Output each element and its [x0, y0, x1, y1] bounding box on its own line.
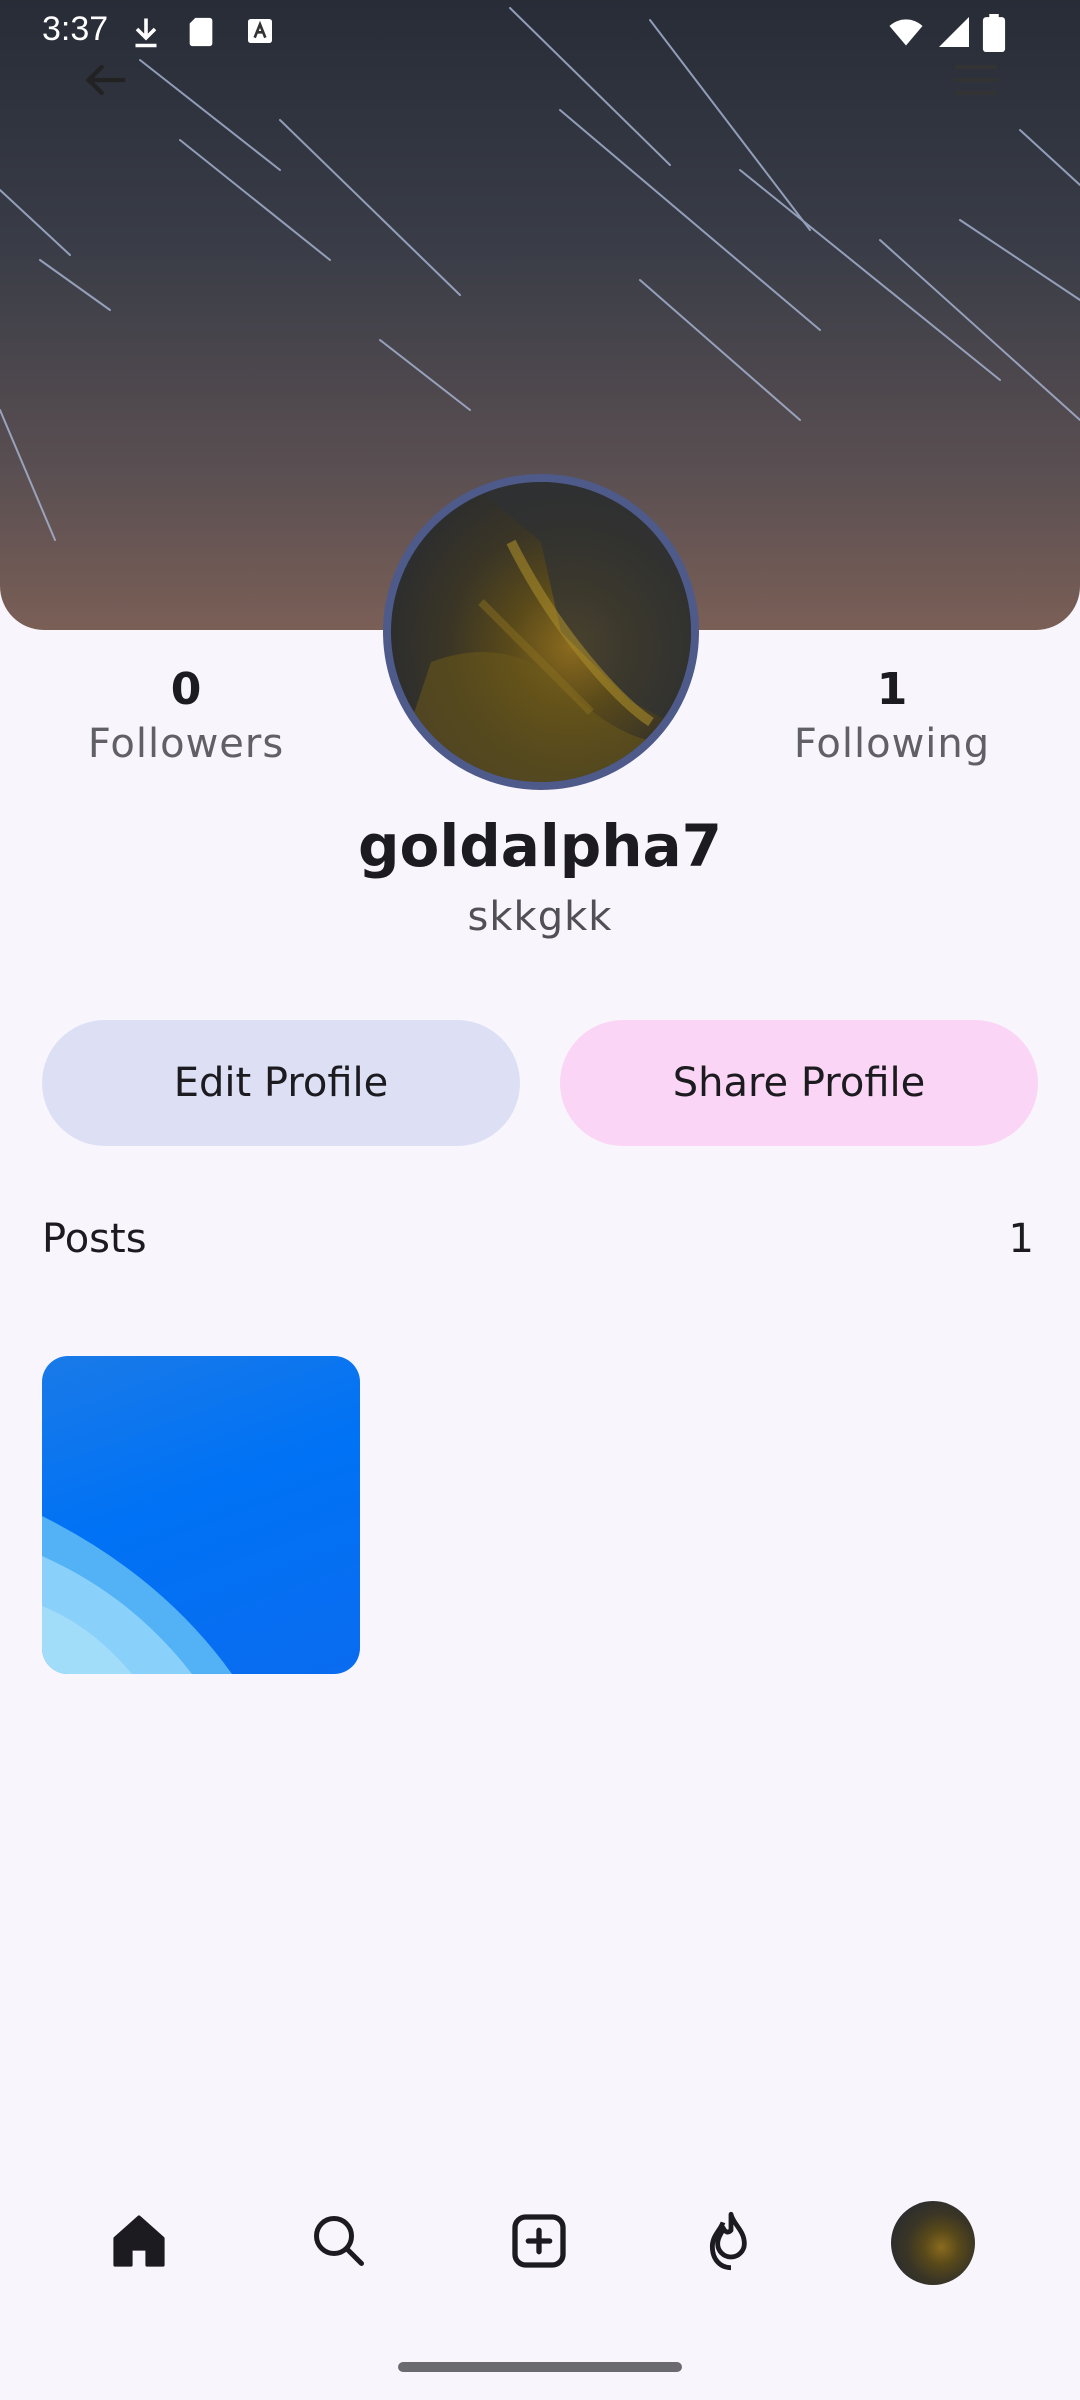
home-indicator[interactable] — [398, 2362, 682, 2372]
followers-count: 0 — [170, 664, 202, 715]
add-post-icon — [507, 2209, 571, 2277]
post-thumbnail[interactable] — [42, 1356, 360, 1674]
nav-add-post[interactable] — [484, 2188, 594, 2298]
edit-profile-button[interactable]: Edit Profile — [42, 1020, 520, 1146]
profile-avatar[interactable] — [383, 474, 699, 790]
following-stat[interactable]: 1 Following — [762, 664, 1022, 767]
home-icon — [107, 2209, 171, 2277]
nav-profile[interactable] — [878, 2188, 988, 2298]
username: goldalpha7 — [357, 812, 723, 880]
nav-profile-avatar — [891, 2201, 975, 2285]
following-label: Following — [793, 721, 991, 767]
followers-label: Followers — [87, 721, 285, 767]
wifi-icon — [886, 14, 926, 54]
nav-search[interactable] — [284, 2188, 394, 2298]
nav-home[interactable] — [84, 2188, 194, 2298]
bottom-navigation — [0, 2180, 1080, 2310]
status-bar: 3:37 — [0, 0, 1080, 64]
sd-card-icon — [184, 14, 218, 54]
hamburger-menu-icon — [950, 54, 1002, 110]
post-wave-graphic — [42, 1516, 232, 1674]
search-icon — [309, 2211, 369, 2275]
arrow-left-icon — [80, 54, 132, 110]
posts-label: Posts — [42, 1216, 147, 1262]
user-handle: skkgkk — [467, 894, 613, 940]
following-count: 1 — [876, 664, 908, 715]
posts-count: 1 — [1008, 1216, 1034, 1262]
fire-icon — [699, 2209, 763, 2277]
back-button[interactable] — [64, 40, 148, 124]
avatar-rock-graphic — [391, 482, 691, 782]
share-profile-button[interactable]: Share Profile — [560, 1020, 1038, 1146]
followers-stat[interactable]: 0 Followers — [56, 664, 316, 767]
nav-trending[interactable] — [676, 2188, 786, 2298]
menu-button[interactable] — [934, 40, 1018, 124]
keyboard-a-icon — [244, 14, 276, 52]
